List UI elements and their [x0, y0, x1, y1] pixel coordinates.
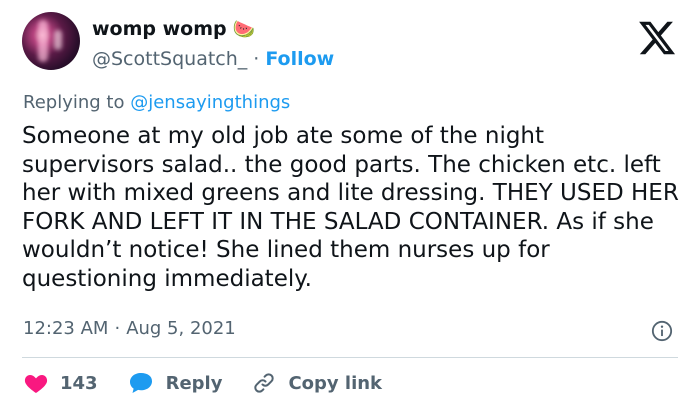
avatar-glow [38, 20, 48, 62]
tweet-time: 12:23 AM [23, 318, 109, 339]
avatar-glow [54, 30, 62, 50]
follow-button[interactable]: Follow [265, 48, 334, 70]
reply-mention-link[interactable]: @jensayingthings [130, 92, 290, 113]
copy-link-button[interactable]: Copy link [252, 371, 382, 395]
divider [22, 357, 678, 358]
author-name-row: womp womp 🍉 [92, 18, 255, 40]
replying-prefix: Replying to [23, 92, 125, 113]
avatar[interactable] [22, 12, 80, 70]
separator: · [114, 318, 121, 339]
display-name[interactable]: womp womp [92, 18, 227, 40]
reply-label: Reply [165, 372, 223, 394]
watermelon-emoji: 🍉 [232, 18, 256, 40]
like-count: 143 [60, 372, 98, 394]
speech-bubble-icon [129, 373, 152, 393]
replying-to: Replying to @jensayingthings [23, 92, 290, 113]
link-icon [254, 373, 275, 393]
reply-button[interactable]: Reply [128, 371, 223, 395]
copy-link-label: Copy link [288, 372, 383, 394]
info-icon[interactable] [651, 320, 673, 342]
tweet-timestamp[interactable]: 12:23 AM · Aug 5, 2021 [23, 318, 236, 339]
separator: · [253, 48, 260, 70]
author-handle-row: @ScottSquatch_ · Follow [92, 48, 334, 70]
heart-icon [24, 375, 48, 393]
tweet-date: Aug 5, 2021 [126, 318, 236, 339]
tweet-text: Someone at my old job ate some of the ni… [22, 123, 679, 292]
author-handle[interactable]: @ScottSquatch_ [92, 48, 247, 70]
action-bar: 143 Reply Copy link [24, 370, 412, 396]
like-button[interactable]: 143 [24, 372, 98, 394]
x-logo-icon[interactable] [636, 18, 678, 58]
